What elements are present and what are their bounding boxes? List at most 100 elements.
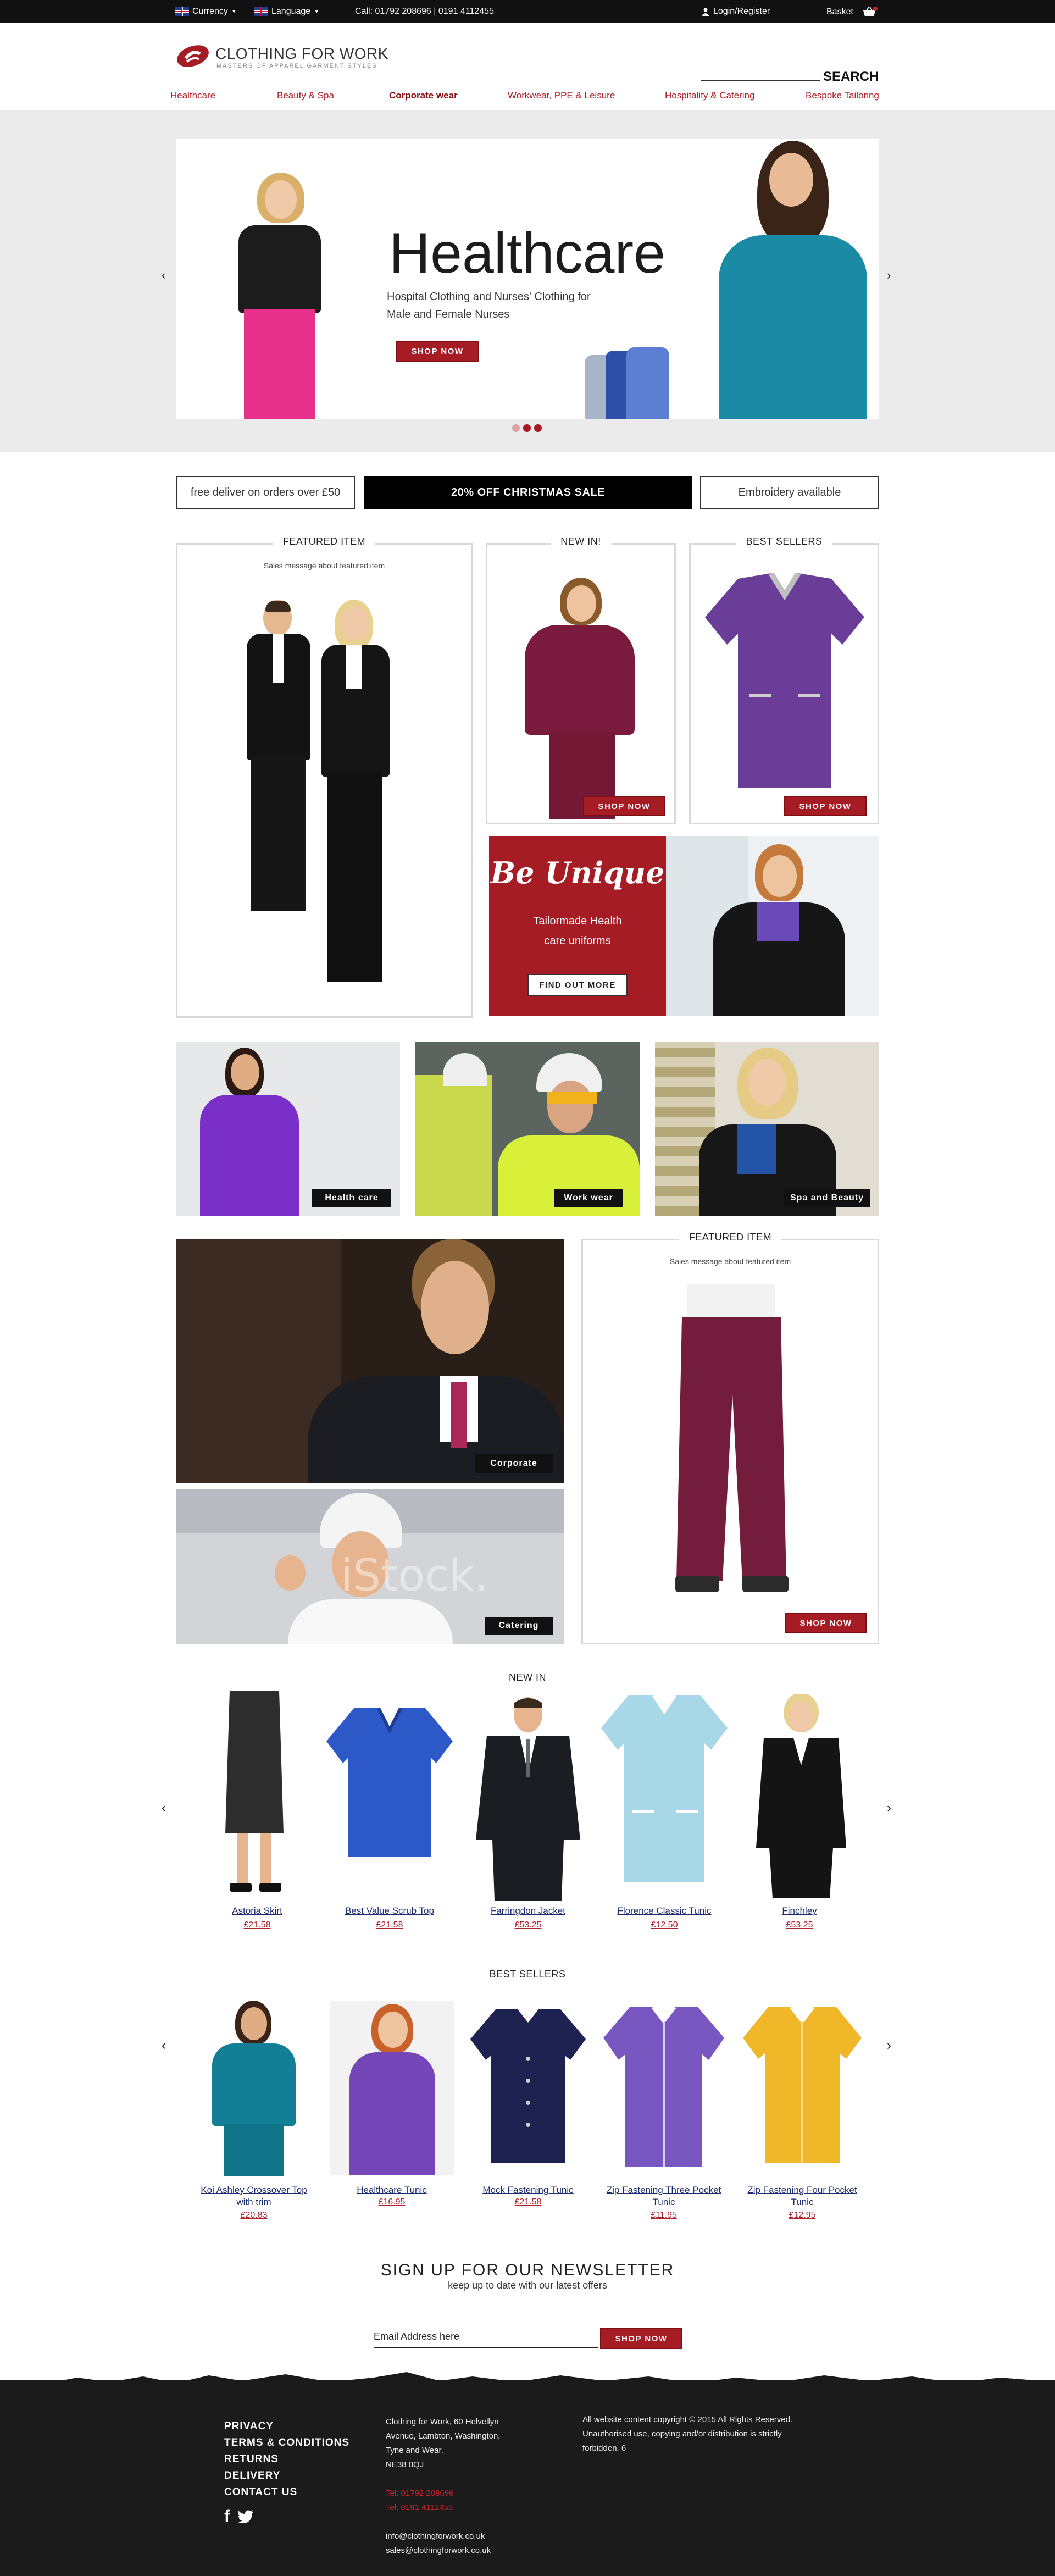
phone-numbers: Call: 01792 208696 | 0191 4112455 [355,7,494,16]
nav-item-hospitality[interactable]: Hospitality & Catering [665,90,754,101]
legal-line-3: forbidden. 6 [582,2444,626,2453]
product-name-scrub-top[interactable]: Best Value Scrub Top [332,1905,447,1917]
product-price-scrub-top: £21.58 [376,1920,403,1930]
brand-logo-icon[interactable] [175,42,211,70]
spa-and-beauty-tile[interactable]: Spa and Beauty [655,1042,879,1216]
product-name-zip-three-pocket[interactable]: Zip Fastening Three Pocket Tunic [603,2184,724,2208]
product-name-finchley[interactable]: Finchley [747,1905,852,1917]
footer-email-info[interactable]: info@clothingforwork.co.uk [386,2529,529,2544]
featured-item-card[interactable]: FEATURED ITEM Sales message about featur… [176,536,473,1018]
new-in-card[interactable]: NEW IN! SHOP NOW [486,536,676,824]
newsletter-title: SIGN UP FOR OUR NEWSLETTER [380,2261,675,2279]
new-in-prev-arrow-icon[interactable]: ‹ [162,1801,166,1816]
featured-item-2-shop-now-button[interactable]: SHOP NOW [785,1613,867,1633]
product-image-healthcare-tunic[interactable] [330,2001,454,2175]
currency-selector[interactable]: Currency ▼ [175,7,237,16]
footer-link-contact[interactable]: CONTACT US [224,2484,349,2501]
chevron-down-icon: ▼ [231,8,237,15]
catering-tile[interactable]: iStock. Catering [176,1489,564,1644]
newsletter-email-input[interactable] [374,2326,598,2348]
product-name-farringdon-jacket[interactable]: Farringdon Jacket [470,1905,586,1917]
footer-link-privacy[interactable]: PRIVACY [224,2418,349,2435]
footer-email-sales[interactable]: sales@clothingforwork.co.uk [386,2544,529,2558]
product-image-finchley[interactable] [753,1694,846,1898]
twitter-icon[interactable] [237,2510,254,2523]
product-image-zip-three-pocket[interactable] [603,2007,724,2167]
new-in-next-arrow-icon[interactable]: › [887,1801,891,1816]
featured-item-card-2[interactable]: FEATURED ITEM Sales message about featur… [581,1232,879,1644]
best-sellers-section-title: BEST SELLERS [489,1969,566,1980]
product-image-astoria-skirt[interactable] [213,1691,296,1896]
slide-dot-3[interactable] [534,424,542,432]
product-name-healthcare-tunic[interactable]: Healthcare Tunic [335,2184,448,2196]
new-in-model-image [507,578,656,819]
footer-link-terms[interactable]: TERMS & CONDITIONS [224,2435,349,2451]
newsletter-submit-button[interactable]: SHOP NOW [600,2328,682,2349]
user-icon [702,8,709,16]
product-image-zip-four-pocket[interactable] [743,2007,862,2163]
slide-dot-2[interactable] [523,424,531,432]
footer-tel-1[interactable]: Tel: 01792 208696 [386,2486,529,2501]
product-name-florence-tunic[interactable]: Florence Classic Tunic [596,1905,733,1917]
language-label: Language [271,7,311,16]
facebook-icon[interactable]: f [224,2507,230,2526]
product-image-koi-ashley[interactable] [204,2001,303,2176]
footer-link-delivery[interactable]: DELIVERY [224,2468,349,2484]
hero-next-arrow-icon[interactable]: › [887,268,891,282]
uk-flag-icon [175,7,189,16]
product-price-florence-tunic: £12.50 [651,1920,678,1930]
login-register-link[interactable]: Login/Register [701,7,770,16]
best-sellers-shop-now-button[interactable]: SHOP NOW [784,796,867,816]
promo-christmas-sale[interactable]: 20% OFF CHRISTMAS SALE [364,476,692,509]
product-name-mock-fastening-tunic[interactable]: Mock Fastening Tunic [465,2184,591,2196]
legal-line-2: Unauthorised use, copying and/or distrib… [582,2429,782,2439]
best-sellers-prev-arrow-icon[interactable]: ‹ [162,2038,166,2053]
basket-link[interactable]: Basket [826,7,878,18]
nav-item-corporate-wear[interactable]: Corporate wear [389,90,458,101]
product-name-zip-four-pocket[interactable]: Zip Fastening Four Pocket Tunic [742,2184,863,2208]
footer-tel-2[interactable]: Tel: 0191 4112455 [386,2501,529,2515]
hero-title: Healthcare [389,221,665,285]
logo-title[interactable]: CLOTHING FOR WORK [215,45,388,63]
footer-legal-column: All website content copyright © 2015 All… [582,2413,835,2456]
be-unique-banner[interactable]: Be Unique Tailormade Health care uniforms… [489,836,666,1016]
search-input-underline[interactable] [701,80,820,81]
new-in-shop-now-button[interactable]: SHOP NOW [583,796,665,816]
product-name-koi-ashley[interactable]: Koi Ashley Crossover Top with trim [193,2184,314,2208]
product-name-astoria-skirt[interactable]: Astoria Skirt [208,1905,307,1917]
nav-item-bespoke-tailoring[interactable]: Bespoke Tailoring [806,90,879,101]
chevron-down-icon: ▼ [314,8,320,15]
basket-icon [863,7,878,16]
hero-shop-now-button[interactable]: SHOP NOW [396,341,479,362]
promo-free-delivery[interactable]: free deliver on orders over £50 [176,476,355,509]
footer-link-returns[interactable]: RETURNS [224,2451,349,2468]
hero-prev-arrow-icon[interactable]: ‹ [162,268,165,282]
search-button[interactable]: SEARCH [823,69,879,85]
product-image-florence-tunic[interactable] [601,1695,728,1882]
health-care-tile[interactable]: Health care [176,1042,400,1216]
corporate-tile[interactable]: Corporate [176,1239,564,1483]
product-image-mock-fastening-tunic[interactable] [470,2009,586,2163]
work-wear-tile[interactable]: Work wear [415,1042,640,1216]
product-price-finchley: £53.25 [786,1920,813,1930]
product-image-scrub-top[interactable] [326,1708,453,1857]
nav-item-beauty-spa[interactable]: Beauty & Spa [277,90,334,101]
nav-item-workwear[interactable]: Workwear, PPE & Leisure [508,90,615,101]
uk-flag-icon [254,7,268,16]
slide-dot-1[interactable] [512,424,520,432]
nav-item-healthcare[interactable]: Healthcare [170,90,215,101]
address-line-2: Avenue, Lambton, Washington, [386,2431,501,2441]
best-sellers-next-arrow-icon[interactable]: › [887,2038,891,2053]
product-price-zip-three-pocket: £11.95 [651,2211,677,2220]
featured-item-title: FEATURED ITEM [273,536,376,547]
new-in-card-title: NEW IN! [551,536,611,547]
product-image-farringdon-jacket[interactable] [470,1697,586,1901]
newsletter-subtitle: keep up to date with our latest offers [448,2280,607,2291]
footer-contact-column: Clothing for Work, 60 Helvellyn Avenue, … [386,2415,529,2558]
spa-and-beauty-label: Spa and Beauty [784,1189,870,1207]
promo-embroidery[interactable]: Embroidery available [700,476,879,509]
find-out-more-button[interactable]: FIND OUT MORE [528,974,628,996]
best-sellers-card[interactable]: BEST SELLERS SHOP NOW [689,536,879,824]
logo-tagline: MASTERS OF APPAREL GARMENT STYLES [216,63,377,69]
language-selector[interactable]: Language ▼ [254,7,319,16]
